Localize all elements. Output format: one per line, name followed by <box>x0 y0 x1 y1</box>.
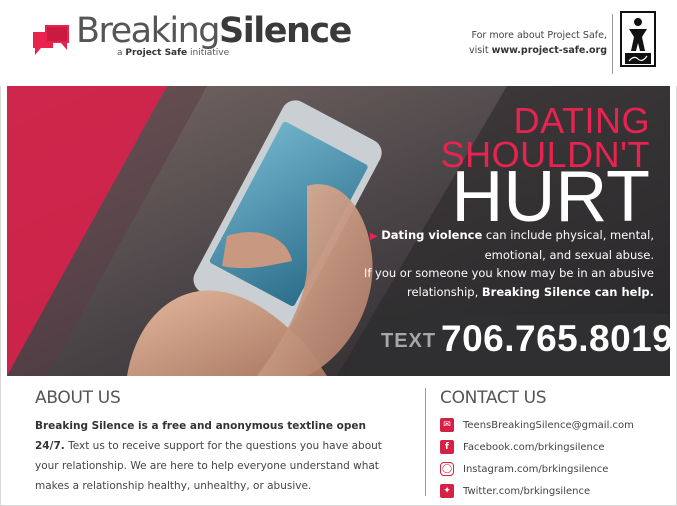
contact-facebook[interactable]: f Facebook.com/brkingsilence <box>440 436 634 458</box>
headline-hurt: HURT <box>451 157 650 237</box>
about-text: Text us to receive support for the quest… <box>35 440 382 492</box>
brand-bold: Silence <box>219 11 352 51</box>
contact-heading: CONTACT US <box>440 388 547 408</box>
brand-light: Breaking <box>76 11 221 51</box>
project-safe-link[interactable]: www.project-safe.org <box>492 45 607 56</box>
contact-email-label: TeensBreakingSilence@gmail.com <box>463 419 634 431</box>
hero-bullet-bold: Dating violence <box>381 228 483 242</box>
header-divider <box>612 14 613 74</box>
more-info-line2: visit www.project-safe.org <box>469 43 607 58</box>
project-safe-logo-icon <box>620 11 656 67</box>
contact-twitter-label: Twitter.com/brkingsilence <box>463 485 591 497</box>
brand-wordmark: BreakingSilence <box>76 11 352 51</box>
contact-list: ✉ TeensBreakingSilence@gmail.com f Faceb… <box>440 414 634 502</box>
hero-bullet-rest: can include physical, mental, emotional,… <box>482 228 654 262</box>
tagline-suffix: initiative <box>187 48 230 58</box>
tagline-bold: Project Safe <box>125 48 188 58</box>
more-info-prefix: visit <box>468 45 492 56</box>
more-info-line1: For more about Project Safe, <box>471 30 607 41</box>
hero-banner: DATING SHOULDN'T HURT ▶ Dating violence … <box>7 86 670 376</box>
hero-bullet: ▶ Dating violence can include physical, … <box>364 226 654 265</box>
facebook-icon: f <box>440 440 454 454</box>
contact-email[interactable]: ✉ TeensBreakingSilence@gmail.com <box>440 414 634 436</box>
mail-icon: ✉ <box>440 418 454 432</box>
more-info: For more about Project Safe, visit www.p… <box>469 28 607 58</box>
contact-instagram[interactable]: ◯ Instagram.com/brkingsilence <box>440 458 634 480</box>
text-label: TEXT <box>381 330 437 352</box>
header: BreakingSilence a Project Safe initiativ… <box>0 0 677 86</box>
about-body: Breaking Silence is a free and anonymous… <box>35 416 385 496</box>
speech-bubbles-logo-icon <box>33 25 69 55</box>
contact-twitter[interactable]: ✦ Twitter.com/brkingsilence <box>440 480 634 502</box>
hero-help-bold: Breaking Silence can help. <box>481 285 654 299</box>
contact-instagram-label: Instagram.com/brkingsilence <box>463 463 609 475</box>
instagram-icon: ◯ <box>440 462 454 476</box>
arrow-icon: ▶ <box>369 231 378 242</box>
hero-help-text: If you or someone you know may be in an … <box>334 264 654 302</box>
tagline: a Project Safe initiative <box>117 48 229 58</box>
contact-facebook-label: Facebook.com/brkingsilence <box>463 441 605 453</box>
twitter-icon: ✦ <box>440 484 454 498</box>
about-heading: ABOUT US <box>35 388 121 408</box>
headline-dating: DATING <box>513 100 650 141</box>
section-divider <box>425 388 426 496</box>
textline-number[interactable]: 706.765.8019 <box>441 318 670 360</box>
